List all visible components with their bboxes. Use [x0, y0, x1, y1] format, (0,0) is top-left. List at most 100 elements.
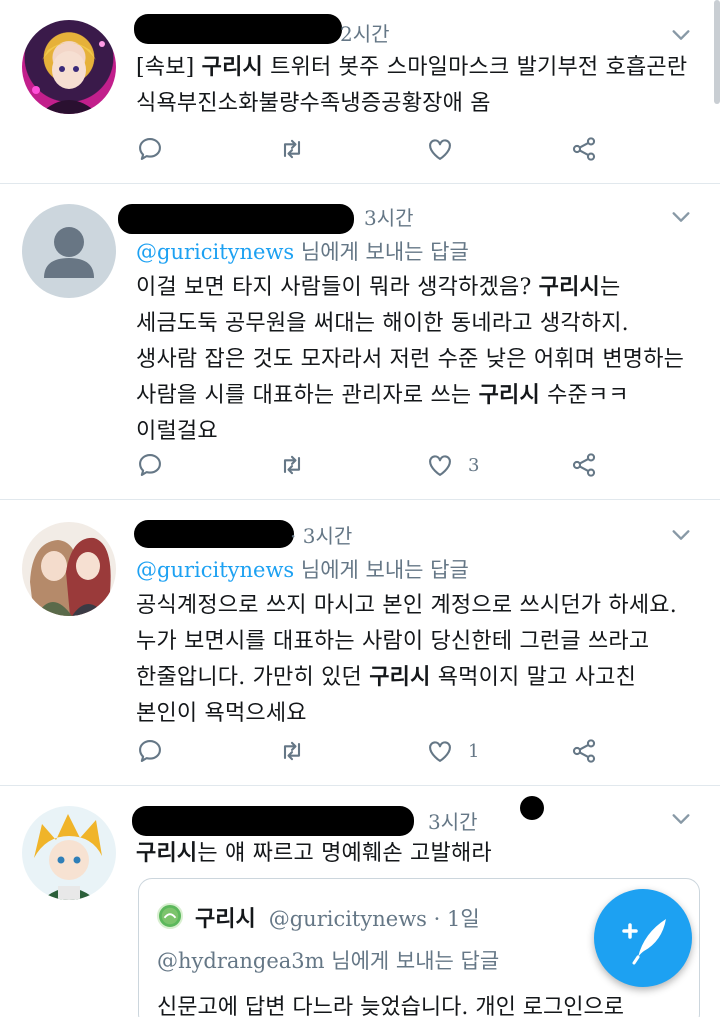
retweet-icon [283, 139, 301, 159]
like-button[interactable]: 3 [426, 448, 479, 482]
default-avatar-icon [44, 227, 94, 278]
avatar[interactable] [22, 20, 116, 114]
reply-handle-link[interactable]: @guricitynews [136, 558, 294, 582]
text-segment: 누가 보면시를 대표하는 사람이 당신한테 그런글 쓰라고 [136, 629, 650, 654]
redacted-username [132, 806, 414, 836]
tweet-line: 본인이 욕먹으세요 [136, 696, 702, 732]
tweet-line: 공식계정으로 쓰지 마시고 본인 계정으로 쓰시던가 하세요. [136, 588, 702, 624]
reply-handle-link[interactable]: @guricitynews [136, 240, 294, 264]
heart-icon [429, 455, 451, 476]
text-segment: 수준ㅋㅋ [539, 383, 629, 408]
avatar-art [34, 814, 102, 900]
redacted-username [134, 14, 342, 44]
chevron-down-icon[interactable] [670, 206, 692, 228]
text-segment: 생사람 잡은 것도 모자라서 저런 수준 낮은 어휘며 변명하는 [136, 347, 685, 372]
chevron-down-icon[interactable] [670, 808, 692, 830]
reply-button[interactable] [136, 448, 164, 482]
text-segment: 식욕부진소화불량수족냉증공황장애 옴 [136, 91, 491, 116]
tweet-2[interactable]: 3시간 @guricitynews 님에게 보내는 답글 이걸 보면 타지 사람… [0, 184, 720, 500]
reply-icon [139, 740, 161, 762]
like-count: 3 [468, 454, 480, 476]
share-icon [572, 137, 596, 161]
city-logo-icon [161, 907, 179, 925]
reply-button[interactable] [136, 734, 164, 768]
tweet-text: 구리시는 얘 짜르고 명예훼손 고발해라 [136, 836, 702, 872]
keyword-highlight: 구리시 [478, 383, 540, 408]
compose-tweet-icon [622, 919, 666, 965]
text-segment: 욕먹이지 말고 사고친 [430, 665, 637, 690]
like-button[interactable]: 1 [426, 734, 479, 768]
redaction-dot [520, 796, 544, 820]
tweet-line: 사람을 시를 대표하는 관리자로 쓰는 구리시 수준ㅋㅋ [136, 378, 702, 414]
quoted-text: 신문고에 답변 다느라 늦었습니다. 개인 로그인으로 [157, 995, 625, 1017]
heart-icon [429, 741, 451, 762]
text-segment: 본인이 욕먹으세요 [136, 701, 307, 726]
tweet-actions [136, 132, 616, 166]
avatar[interactable] [22, 204, 116, 298]
retweet-button[interactable] [278, 734, 306, 768]
avatar[interactable] [22, 522, 116, 616]
heart-icon [429, 139, 451, 160]
reply-label: 님에게 보내는 답글 [294, 240, 469, 264]
text-segment: 세금도둑 공무원을 써대는 해이한 동네라고 생각하지. [136, 311, 629, 336]
tweet-line: 이걸 보면 타지 사람들이 뭐라 생각하겠음? 구리시는 [136, 270, 702, 306]
tweet-time: 3시간 [428, 810, 478, 834]
share-icon [572, 453, 596, 477]
tweet-time: 3시간 [364, 206, 414, 230]
text-segment: 한줄압니다. 가만히 있던 [136, 665, 370, 690]
retweet-button[interactable] [278, 448, 306, 482]
chevron-down-icon[interactable] [670, 524, 692, 546]
text-segment: 공식계정으로 쓰지 마시고 본인 계정으로 쓰시던가 하세요. [136, 593, 677, 618]
share-button[interactable] [570, 448, 598, 482]
keyword-highlight: 구리시 [201, 55, 263, 80]
tweet-text: [속보] 구리시 트위터 봇주 스마일마스크 발기부전 호흡곤란 식욕부진소화불… [136, 50, 702, 122]
text-segment: [속보] [136, 55, 202, 80]
text-segment: 이걸 보면 타지 사람들이 뭐라 생각하겠음? [136, 275, 539, 300]
retweet-icon [283, 741, 301, 761]
tweet-text: 공식계정으로 쓰지 마시고 본인 계정으로 쓰시던가 하세요. 누가 보면시를 … [136, 588, 702, 732]
text-segment: 이럴걸요 [136, 419, 218, 444]
retweet-button[interactable] [278, 132, 306, 166]
tweet-line: 이럴걸요 [136, 414, 702, 450]
text-segment: 사람을 시를 대표하는 관리자로 쓰는 [136, 383, 479, 408]
reply-icon [139, 454, 161, 476]
tweet-time: 2시간 [340, 22, 390, 46]
quoted-handle: @guricitynews · 1일 [268, 907, 480, 931]
tweet-line: 세금도둑 공무원을 써대는 해이한 동네라고 생각하지. [136, 306, 702, 342]
tweet-3[interactable]: · 3시간 @guricitynews 님에게 보내는 답글 공식계정으로 쓰지… [0, 500, 720, 786]
text-segment: 트위터 봇주 스마일마스크 발기부전 호흡곤란 [262, 55, 688, 80]
tweet-actions: 3 [136, 448, 616, 482]
tweet-line: 식욕부진소화불량수족냉증공황장애 옴 [136, 86, 702, 122]
chevron-down-icon[interactable] [670, 24, 692, 46]
tweet-line: 누가 보면시를 대표하는 사람이 당신한테 그런글 쓰라고 [136, 624, 702, 660]
tweet-line: 생사람 잡은 것도 모자라서 저런 수준 낮은 어휘며 변명하는 [136, 342, 702, 378]
retweet-icon [283, 455, 301, 475]
quoted-reply-context: @hydrangea3m 님에게 보내는 답글 [157, 949, 500, 973]
redacted-username [118, 204, 354, 234]
reply-context: @guricitynews 님에게 보내는 답글 [136, 554, 469, 584]
tweet-actions: 1 [136, 734, 616, 768]
quoted-avatar [157, 903, 183, 929]
tweet-1[interactable]: 2시간 [속보] 구리시 트위터 봇주 스마일마스크 발기부전 호흡곤란 식욕부… [0, 0, 720, 184]
like-button[interactable] [426, 132, 454, 166]
share-button[interactable] [570, 132, 598, 166]
tweet-text: 이걸 보면 타지 사람들이 뭐라 생각하겠음? 구리시는 세금도둑 공무원을 써… [136, 270, 702, 450]
reply-icon [139, 138, 161, 160]
text-segment: 는 [599, 275, 621, 300]
text-segment: 는 얘 짜르고 명예훼손 고발해라 [197, 841, 492, 866]
reply-button[interactable] [136, 132, 164, 166]
share-icon [572, 739, 596, 763]
avatar-art [32, 41, 105, 114]
like-count: 1 [468, 740, 480, 762]
share-button[interactable] [570, 734, 598, 768]
tweet-time: · 3시간 [290, 524, 353, 548]
avatar-art [30, 537, 111, 616]
compose-tweet-button[interactable] [594, 889, 692, 987]
quoted-author: 구리시 @guricitynews · 1일 [195, 901, 480, 933]
reply-context: @guricitynews 님에게 보내는 답글 [136, 236, 469, 266]
reply-label: 님에게 보내는 답글 [294, 558, 469, 582]
keyword-highlight: 구리시 [369, 665, 431, 690]
avatar[interactable] [22, 806, 116, 900]
tweet-line: 한줄압니다. 가만히 있던 구리시 욕먹이지 말고 사고친 [136, 660, 702, 696]
quoted-name: 구리시 [195, 907, 256, 932]
